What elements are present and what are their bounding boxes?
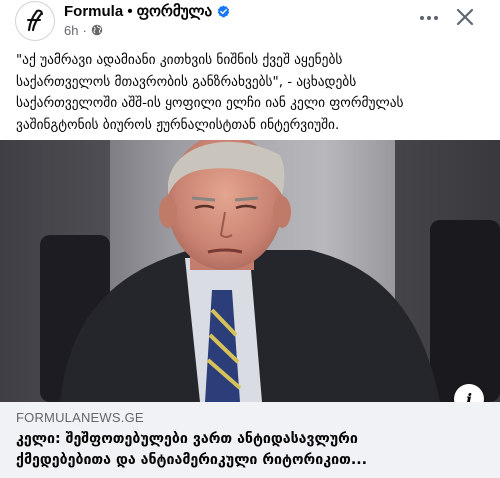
post-photo[interactable] bbox=[0, 140, 500, 402]
close-icon bbox=[456, 8, 474, 26]
more-options-button[interactable] bbox=[415, 6, 443, 30]
link-domain: FORMULANEWS.GE bbox=[16, 410, 144, 425]
close-button[interactable] bbox=[452, 4, 478, 30]
page-name-row: Formula • ფორმულა bbox=[64, 2, 230, 20]
facebook-post: Formula • ფორმულა 6h · "აქ უამრავი ადამი… bbox=[0, 0, 500, 478]
caption-line: ვაშინგტონის ბიუროს ჟურნალისტთან ინტერვიუ… bbox=[16, 117, 340, 133]
caption-line: საქართველოს მთავრობის განზრახვებს", - აც… bbox=[16, 74, 357, 90]
page-name-link[interactable]: Formula • ფორმულა bbox=[64, 2, 212, 20]
globe-icon[interactable] bbox=[91, 24, 103, 36]
post-header: Formula • ფორმულა 6h · bbox=[0, 0, 500, 44]
post-meta: 6h · bbox=[64, 22, 103, 38]
link-title-line: კელი: შეშფოთებულები ვართ ანტიდასავლური bbox=[16, 431, 358, 447]
formula-logo-icon bbox=[27, 9, 43, 32]
link-preview-card[interactable]: FORMULANEWS.GE კელი: შეშფოთებულები ვართ … bbox=[0, 402, 500, 478]
meta-separator: · bbox=[82, 22, 87, 38]
caption-line: საქართველოში აშშ-ის ყოფილი ელჩი იან კელი… bbox=[16, 96, 404, 111]
portrait-photo bbox=[0, 140, 500, 402]
link-title-line: ქმედებებითა და ანტიამერიკული რიტორიკით..… bbox=[16, 452, 368, 468]
post-caption: "აქ უამრავი ადამიანი კითხვის ნიშნის ქვეშ… bbox=[16, 50, 488, 136]
verified-badge-icon bbox=[217, 4, 230, 17]
more-horizontal-icon bbox=[419, 15, 439, 21]
post-timestamp[interactable]: 6h bbox=[64, 23, 78, 38]
caption-line: "აქ უამრავი ადამიანი კითხვის ნიშნის ქვეშ… bbox=[16, 53, 343, 68]
page-avatar[interactable] bbox=[15, 1, 55, 41]
link-title[interactable]: კელი: შეშფოთებულები ვართ ანტიდასავლური ქ… bbox=[16, 429, 488, 471]
